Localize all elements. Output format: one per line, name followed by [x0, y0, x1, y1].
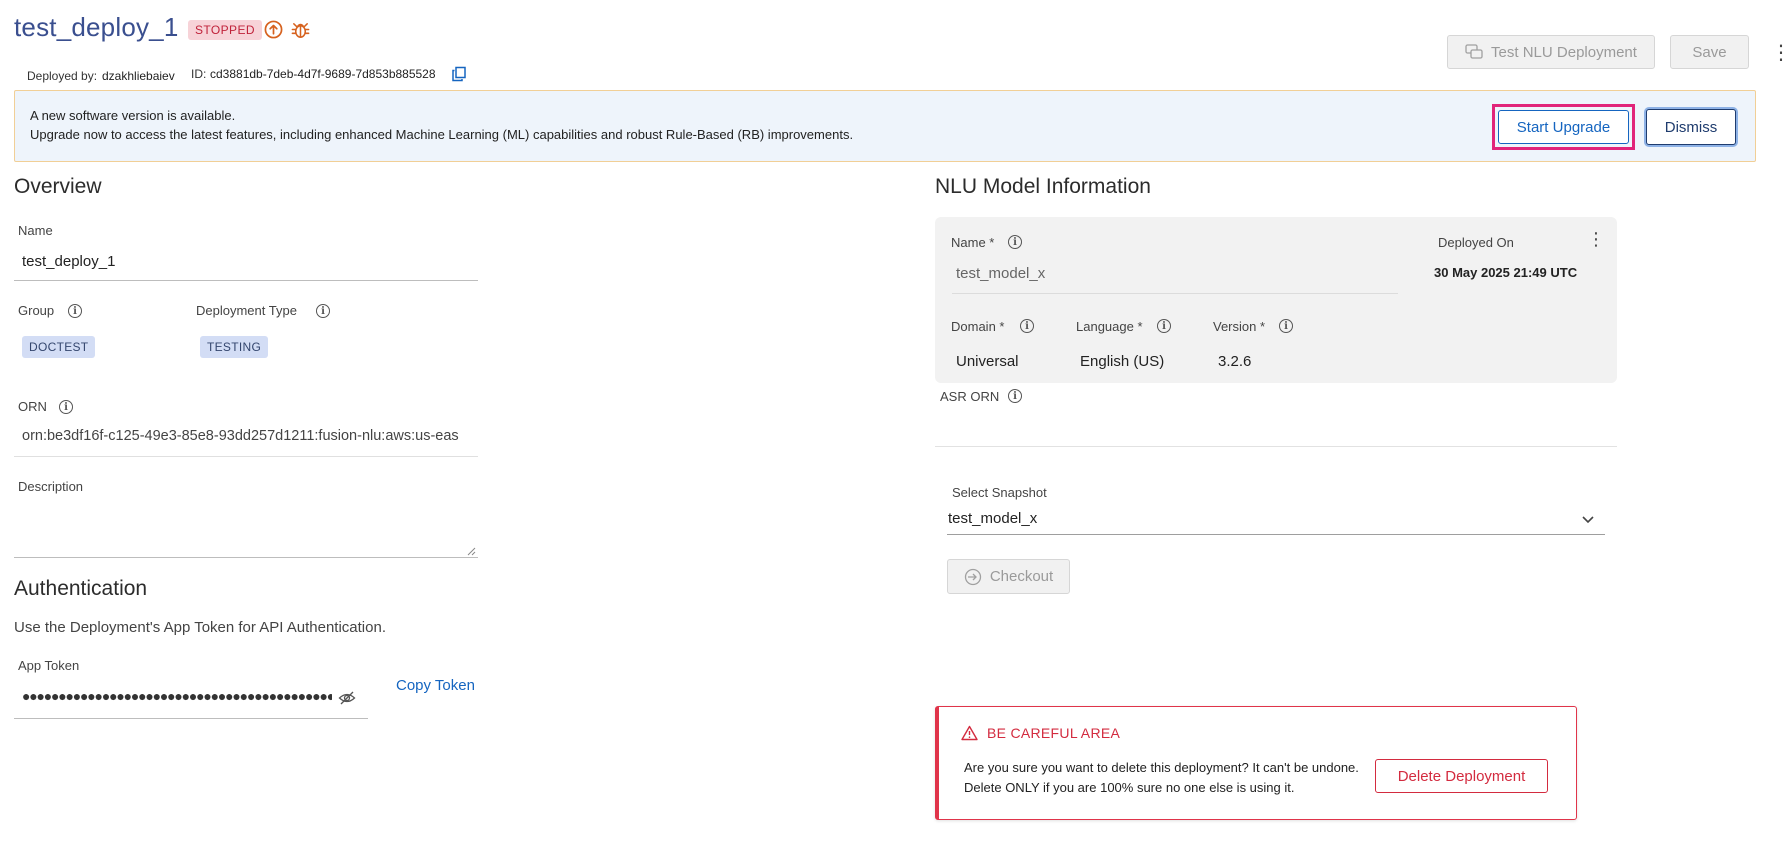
deployed-by-label: Deployed by:: [27, 69, 98, 83]
resize-grip-icon[interactable]: [466, 546, 476, 556]
warning-icon: [961, 725, 978, 741]
app-token-label: App Token: [18, 658, 80, 673]
orn-field[interactable]: orn:be3df16f-c125-49e3-85e8-93dd257d1211…: [22, 428, 472, 444]
orn-underline: [14, 456, 478, 457]
dismiss-button[interactable]: Dismiss: [1646, 109, 1736, 145]
test-nlu-deployment-label: Test NLU Deployment: [1491, 43, 1637, 61]
nlu-name-label: Name *: [951, 235, 995, 250]
domain-value: Universal: [956, 353, 1019, 370]
deployment-type-chip: TESTING: [200, 336, 269, 358]
banner-title: A new software version is available.: [30, 108, 236, 123]
more-options-icon[interactable]: ⋮: [1771, 40, 1789, 65]
asr-orn-underline: [935, 446, 1617, 447]
name-underline: [14, 280, 478, 281]
version-info-icon[interactable]: i: [1279, 319, 1293, 333]
asr-orn-info-icon[interactable]: i: [1008, 389, 1022, 403]
deployment-type-info-icon[interactable]: i: [316, 304, 330, 318]
bug-icon[interactable]: [290, 19, 311, 40]
status-badge: STOPPED: [188, 20, 262, 40]
chevron-down-icon[interactable]: [1580, 511, 1596, 527]
language-info-icon[interactable]: i: [1157, 319, 1171, 333]
chat-icon: [1465, 44, 1483, 59]
orn-info-icon[interactable]: i: [59, 400, 73, 414]
app-token-underline: [14, 718, 368, 719]
id-label: ID:: [191, 67, 207, 81]
deployed-on-label: Deployed On: [1438, 235, 1514, 250]
deployment-id: cd3881db-7deb-4d7f-9689-7d853b885528: [210, 67, 436, 81]
group-info-icon[interactable]: i: [68, 304, 82, 318]
snapshot-underline: [947, 534, 1605, 535]
authentication-heading: Authentication: [14, 577, 148, 600]
banner-text: Upgrade now to access the latest feature…: [30, 127, 854, 142]
group-label: Group: [18, 303, 55, 318]
eye-off-icon[interactable]: [338, 690, 356, 706]
version-value: 3.2.6: [1218, 353, 1252, 370]
upgrade-available-icon[interactable]: [264, 20, 283, 39]
language-label: Language *: [1076, 319, 1143, 334]
nlu-heading: NLU Model Information: [935, 175, 1151, 198]
checkout-icon: [964, 568, 981, 585]
version-label: Version *: [1213, 319, 1266, 334]
deployed-on-value: 30 May 2025 21:49 UTC: [1434, 265, 1578, 280]
orn-label: ORN: [18, 399, 47, 414]
danger-zone-title: BE CAREFUL AREA: [987, 725, 1121, 741]
description-textarea[interactable]: [14, 502, 478, 558]
nlu-more-options-icon[interactable]: ⋮: [1587, 229, 1605, 250]
nlu-name-underline: [952, 293, 1398, 294]
deployment-type-label: Deployment Type: [196, 303, 297, 318]
nlu-name-value: test_model_x: [956, 265, 1046, 282]
test-nlu-deployment-button[interactable]: Test NLU Deployment: [1447, 35, 1655, 69]
domain-label: Domain *: [951, 319, 1005, 334]
checkout-button[interactable]: Checkout: [947, 559, 1070, 594]
start-upgrade-button[interactable]: Start Upgrade: [1498, 110, 1629, 144]
select-snapshot-label: Select Snapshot: [952, 485, 1047, 500]
deployed-by-value: dzakhliebaiev: [102, 69, 175, 83]
app-token-field[interactable]: ●●●●●●●●●●●●●●●●●●●●●●●●●●●●●●●●●●●●●●●●…: [22, 688, 332, 704]
page-title: test_deploy_1: [14, 12, 179, 42]
copy-id-icon[interactable]: [451, 66, 467, 82]
danger-zone-text: Are you sure you want to delete this dep…: [964, 760, 1359, 795]
asr-orn-label: ASR ORN: [940, 389, 1000, 404]
checkout-label: Checkout: [989, 568, 1054, 585]
name-field[interactable]: test_deploy_1: [22, 253, 115, 270]
nlu-name-info-icon[interactable]: i: [1008, 235, 1022, 249]
name-label: Name: [18, 223, 53, 238]
description-label: Description: [18, 479, 84, 494]
snapshot-select[interactable]: test_model_x: [948, 510, 1037, 527]
domain-info-icon[interactable]: i: [1020, 319, 1034, 333]
language-value: English (US): [1080, 353, 1165, 370]
nlu-model-card: [935, 217, 1617, 383]
group-chip: DOCTEST: [22, 336, 96, 358]
authentication-description: Use the Deployment's App Token for API A…: [14, 619, 386, 636]
delete-deployment-button[interactable]: Delete Deployment: [1375, 759, 1548, 793]
copy-token-link[interactable]: Copy Token: [396, 677, 475, 694]
overview-heading: Overview: [14, 175, 102, 198]
save-button[interactable]: Save: [1670, 35, 1749, 69]
